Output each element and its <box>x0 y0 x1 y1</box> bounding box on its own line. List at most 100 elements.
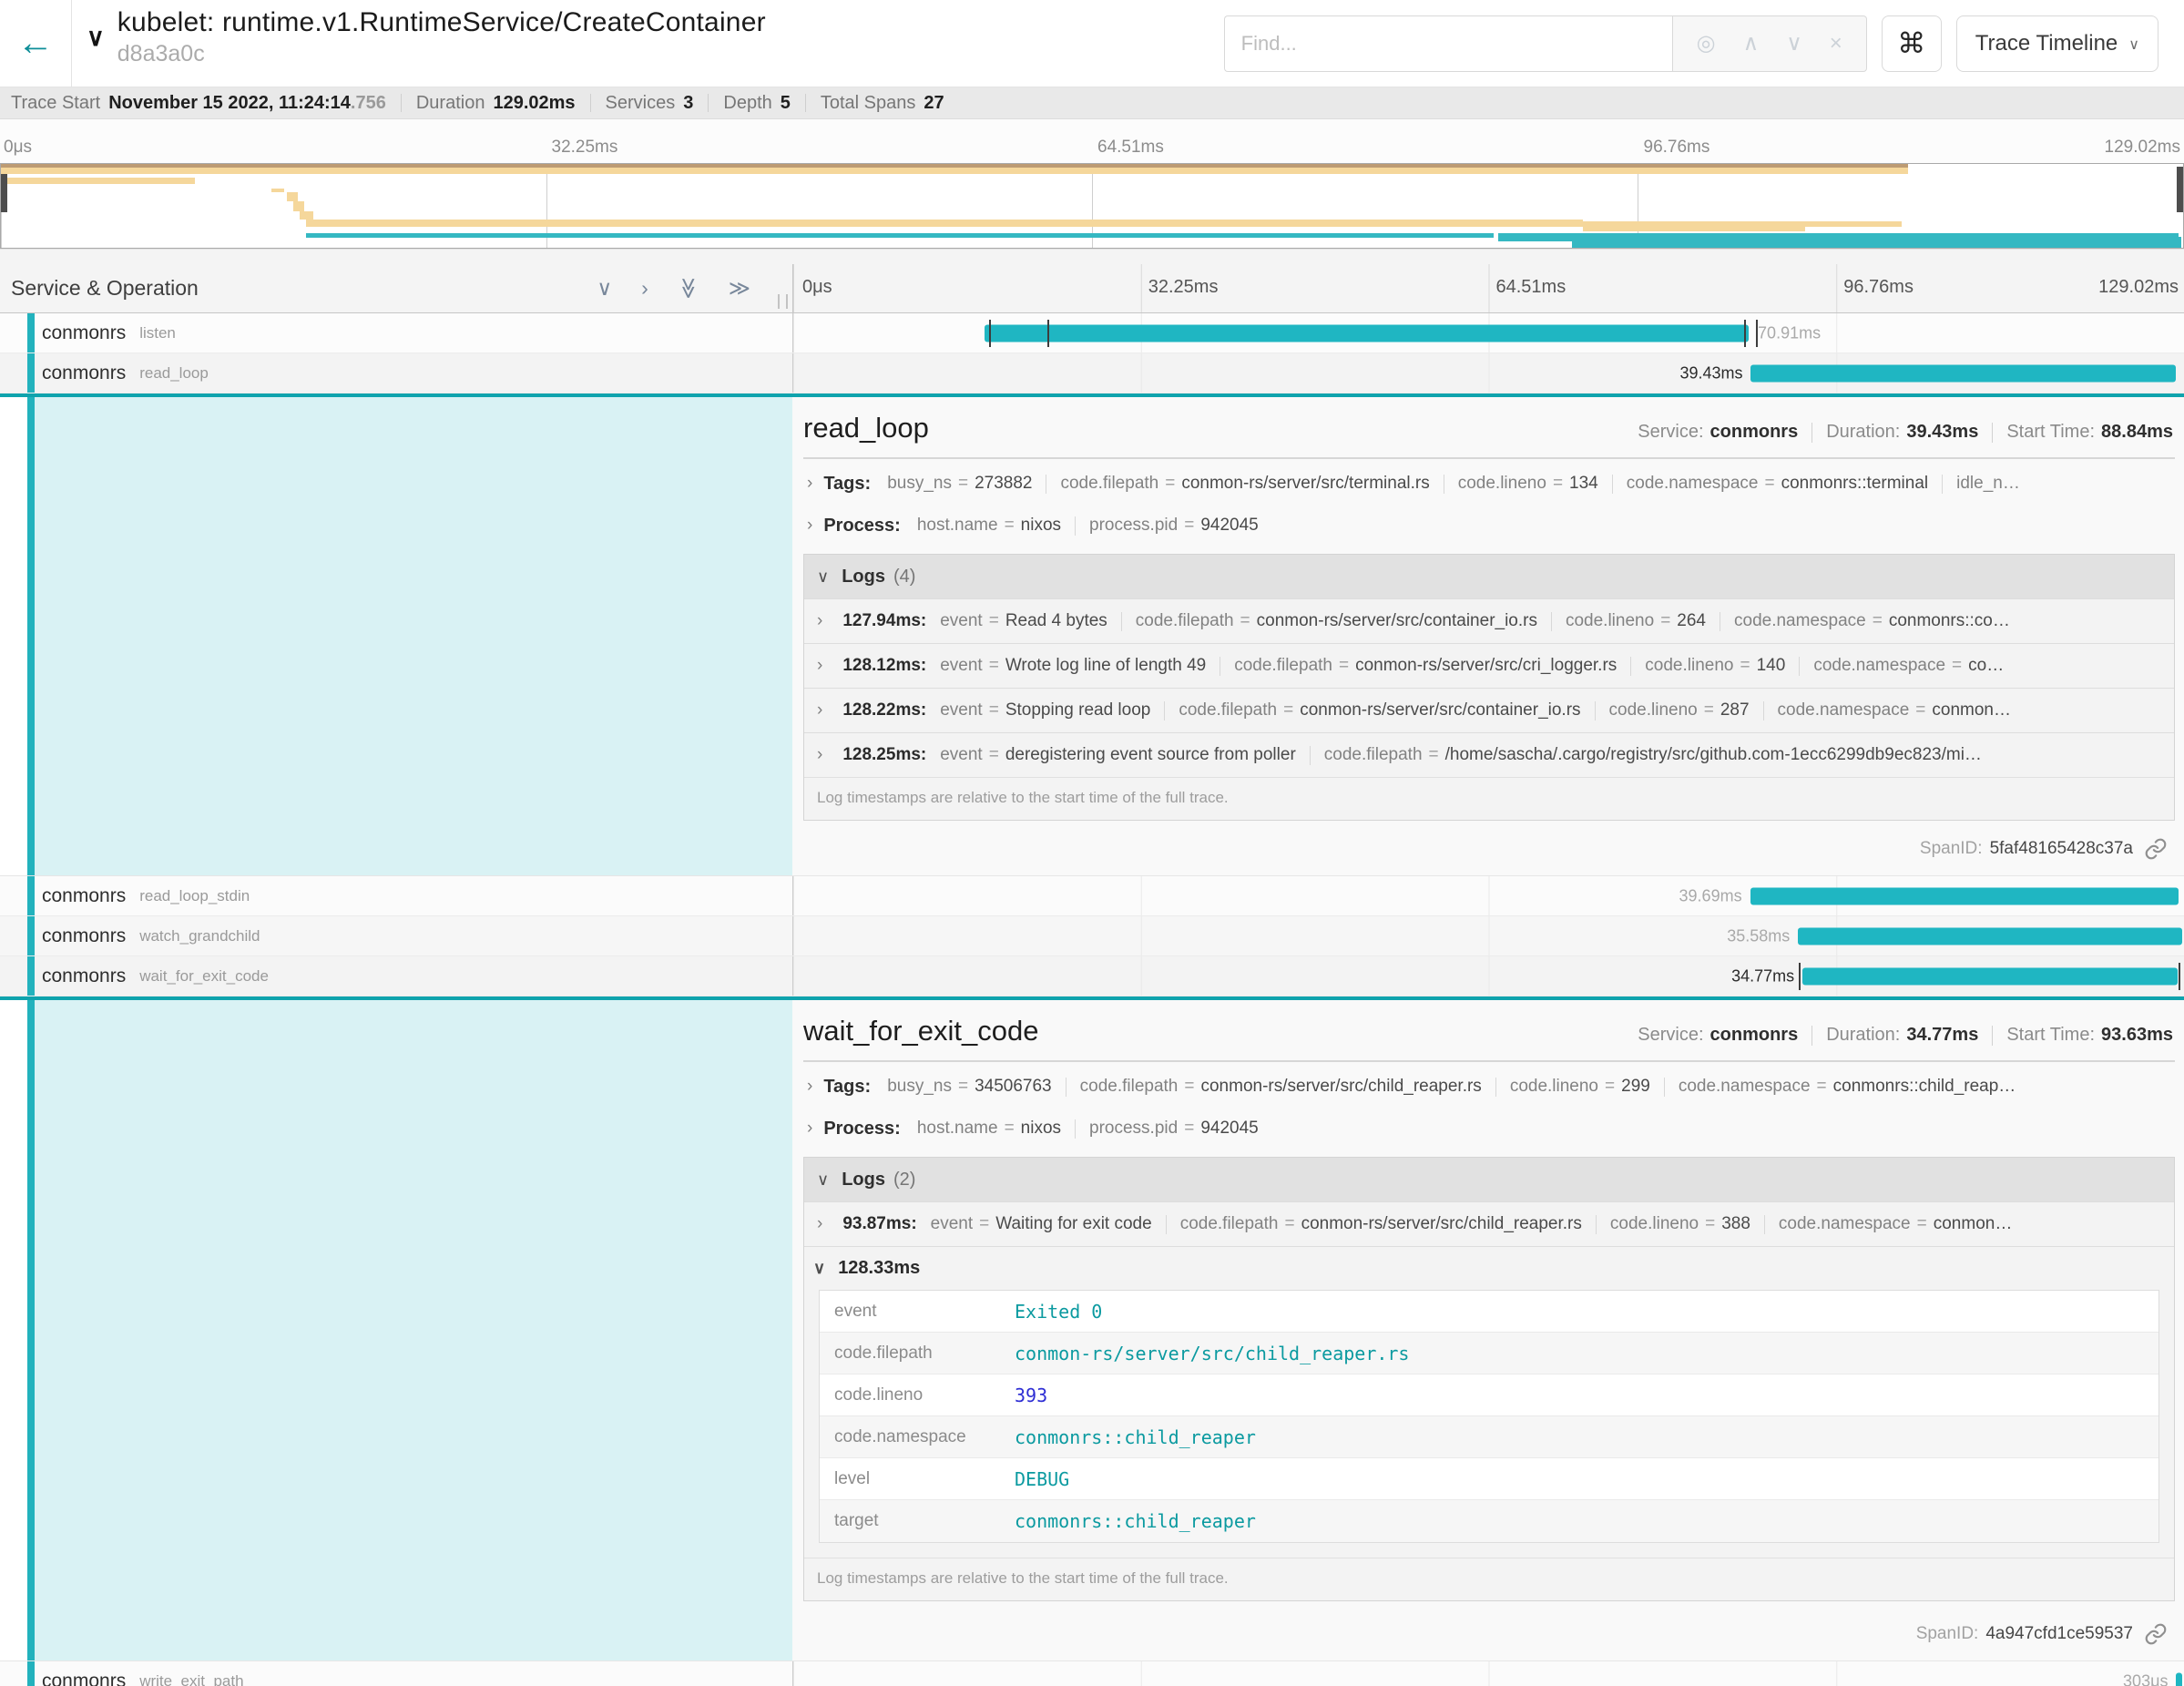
service-operation-header: Service & Operation ∨ › ≫ ≫ <box>0 264 792 312</box>
log-entry[interactable]: › 128.25ms: event=deregistering event so… <box>804 732 2174 777</box>
expand-all-icon[interactable]: ≫ <box>729 276 750 301</box>
log-entry[interactable]: › 128.22ms: event=Stopping read loop cod… <box>804 688 2174 732</box>
logs-section: ∨ Logs (4) › 127.94ms: event=Read 4 byte… <box>803 554 2175 821</box>
find-input[interactable] <box>1224 15 1672 72</box>
span-row-read-loop-stdin[interactable]: conmonrs read_loop_stdin 39.69ms <box>0 876 2184 916</box>
minimap-canvas[interactable] <box>0 163 2184 249</box>
expanded-log-header[interactable]: ∨ 128.33ms <box>804 1246 2174 1288</box>
view-selector-label: Trace Timeline <box>1975 31 2118 56</box>
logs-header[interactable]: ∨ Logs (4) <box>804 555 2174 598</box>
log-pair: event=Waiting for exit code <box>931 1214 1152 1234</box>
collapse-trace-chevron-icon[interactable]: ∨ <box>87 0 105 87</box>
collapse-one-icon[interactable]: ∨ <box>597 276 612 301</box>
logs-header[interactable]: ∨ Logs (2) <box>804 1158 2174 1201</box>
span-name-cell[interactable]: conmonrs read_loop_stdin <box>0 876 792 915</box>
span-bar-cell[interactable]: 35.58ms <box>792 916 2184 955</box>
clear-search-icon[interactable]: × <box>1830 31 1842 56</box>
logs-label: Logs <box>842 1170 885 1190</box>
tag-pair: code.namespace=conmonrs::child_reap… <box>1679 1077 2016 1097</box>
copy-link-icon[interactable] <box>2144 837 2168 861</box>
view-selector-button[interactable]: Trace Timeline ∨ <box>1956 15 2158 72</box>
span-id-row: SpanID: 4a947cfd1ce59537 <box>803 1611 2175 1651</box>
expand-one-icon[interactable]: › <box>641 276 648 301</box>
prev-result-icon[interactable]: ∧ <box>1743 30 1760 56</box>
logs-count: (2) <box>893 1170 915 1190</box>
process-row[interactable]: › Process: host.name=nixos process.pid=9… <box>803 1108 2175 1150</box>
process-pair: process.pid=942045 <box>1089 1119 1259 1139</box>
log-entry[interactable]: › 93.87ms: event=Waiting for exit code c… <box>804 1201 2174 1246</box>
process-pair: host.name=nixos <box>917 516 1061 536</box>
column-resize-grip[interactable] <box>778 294 788 309</box>
minimap-footer-strip <box>0 249 2184 264</box>
divider <box>1992 1026 1993 1046</box>
span-name-cell[interactable]: conmonrs watch_grandchild <box>0 916 792 955</box>
span-bar-cell[interactable]: 34.77ms <box>792 956 2184 996</box>
process-row[interactable]: › Process: host.name=nixos process.pid=9… <box>803 505 2175 547</box>
span-name-cell[interactable]: conmonrs read_loop <box>0 353 792 393</box>
operation-name: write_exit_path <box>139 1672 243 1686</box>
log-entry[interactable]: › 127.94ms: event=Read 4 bytes code.file… <box>804 598 2174 643</box>
divider <box>1121 612 1122 631</box>
log-pair: event=Read 4 bytes <box>940 611 1107 631</box>
span-row-watch-grandchild[interactable]: conmonrs watch_grandchild 35.58ms <box>0 916 2184 956</box>
span-bar[interactable] <box>2176 1672 2181 1686</box>
tag-pair: code.filepath=conmon-rs/server/src/child… <box>1080 1077 1482 1097</box>
timeline-axis: 0μs 32.25ms 64.51ms 96.76ms 129.02ms <box>792 264 2184 312</box>
start-time-label: Start Time: <box>2006 1025 2095 1046</box>
service-operation-title: Service & Operation <box>11 276 199 301</box>
span-name-cell[interactable]: conmonrs listen <box>0 313 792 353</box>
detail-title: read_loop <box>803 412 929 444</box>
span-bar[interactable] <box>1802 967 2178 985</box>
span-bar-cell[interactable]: 303μs <box>792 1661 2184 1686</box>
span-row-read-loop[interactable]: conmonrs read_loop 39.43ms <box>0 353 2184 393</box>
span-id-value: 4a947cfd1ce59537 <box>1985 1624 2133 1644</box>
divider <box>1811 1026 1812 1046</box>
chevron-down-icon: ∨ <box>817 1170 829 1190</box>
span-bar[interactable] <box>1750 364 2176 382</box>
detail-title: wait_for_exit_code <box>803 1015 1039 1047</box>
keyboard-shortcuts-button[interactable]: ⌘ <box>1882 15 1942 72</box>
collapse-all-icon[interactable]: ≫ <box>676 277 700 299</box>
span-duration-label: 34.77ms <box>1731 966 1794 986</box>
chevron-right-icon: › <box>817 1214 822 1234</box>
axis-tick: 64.51ms <box>1496 277 1567 298</box>
service-color-bar <box>27 1000 35 1660</box>
span-bar[interactable] <box>1798 927 2181 945</box>
span-id-label: SpanID: <box>1920 839 1983 859</box>
back-button[interactable]: ← <box>0 0 72 87</box>
divider <box>1075 1119 1076 1139</box>
detail-header: wait_for_exit_code Service:conmonrs Dura… <box>803 1015 2175 1047</box>
span-bar[interactable] <box>985 324 1749 342</box>
span-row-listen[interactable]: conmonrs listen 70.91ms <box>0 313 2184 353</box>
span-row-write-exit-path[interactable]: conmonrs write_exit_path 303μs <box>0 1661 2184 1686</box>
axis-tick: 96.76ms <box>1843 277 1914 298</box>
services-value: 3 <box>683 93 693 114</box>
duration-value: 34.77ms <box>1906 1025 1978 1046</box>
minimap-right-handle[interactable] <box>2177 167 2183 212</box>
span-duration-label: 39.43ms <box>1679 363 1742 383</box>
span-bar-cell[interactable]: 70.91ms <box>792 313 2184 353</box>
divider <box>1166 1215 1167 1234</box>
span-name-cell[interactable]: conmonrs write_exit_path <box>0 1661 792 1686</box>
locate-icon[interactable]: ◎ <box>1697 30 1716 56</box>
copy-link-icon[interactable] <box>2144 1622 2168 1646</box>
next-result-icon[interactable]: ∨ <box>1786 30 1802 56</box>
logs-section: ∨ Logs (2) › 93.87ms: event=Waiting for … <box>803 1157 2175 1601</box>
trace-start-millis: .756 <box>351 93 386 114</box>
process-label: Process: <box>823 516 901 536</box>
span-bar-cell[interactable]: 39.69ms <box>792 876 2184 915</box>
log-pair: code.namespace=co… <box>1813 656 2004 676</box>
expand-collapse-controls: ∨ › ≫ ≫ <box>597 276 781 301</box>
span-name-cell[interactable]: conmonrs wait_for_exit_code <box>0 956 792 996</box>
log-entry[interactable]: › 128.12ms: event=Wrote log line of leng… <box>804 643 2174 688</box>
log-pair: code.lineno=264 <box>1566 611 1706 631</box>
divider <box>1075 516 1076 536</box>
tags-row[interactable]: › Tags: busy_ns=273882 code.filepath=con… <box>803 463 2175 505</box>
span-row-wait-for-exit-code[interactable]: conmonrs wait_for_exit_code 34.77ms <box>0 956 2184 996</box>
span-bar[interactable] <box>1750 887 2179 904</box>
span-bar-cell[interactable]: 39.43ms <box>792 353 2184 393</box>
tags-row[interactable]: › Tags: busy_ns=34506763 code.filepath=c… <box>803 1066 2175 1108</box>
start-time-label: Start Time: <box>2006 422 2095 443</box>
log-pair: code.filepath=conmon-rs/server/src/cri_l… <box>1234 656 1617 676</box>
log-pair: code.lineno=388 <box>1610 1214 1750 1234</box>
